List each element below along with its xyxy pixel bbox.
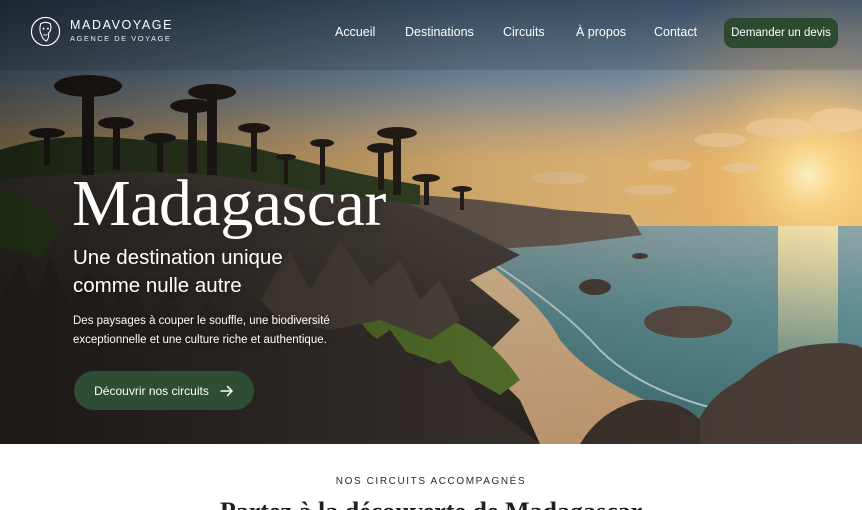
hero-subtitle: Une destination unique comme nulle autre [73,246,283,297]
nav-link-a-propos[interactable]: À propos [576,24,626,40]
section-kicker: NOS CIRCUITS ACCOMPAGNÉS [335,476,527,487]
discover-circuits-label: Découvrir nos circuits [94,383,209,398]
brand-name: MADAVOYAGE [70,18,174,32]
brand-text: MADAVOYAGE AGENCE DE VOYAGE [70,18,173,45]
section-heading: Partez à la découverte de Madagascar [0,497,862,510]
nav-link-circuits[interactable]: Circuits [503,24,545,40]
nav-link-accueil[interactable]: Accueil [335,24,375,40]
brand-logo[interactable]: MADAVOYAGE AGENCE DE VOYAGE [30,16,173,47]
circuits-section: NOS CIRCUITS ACCOMPAGNÉS Partez à la déc… [0,444,862,510]
request-quote-button[interactable]: Demander un devis [724,18,838,48]
hero-description: Des paysages à couper le souffle, une bi… [73,315,330,346]
brand-tagline: AGENCE DE VOYAGE [70,34,172,43]
discover-circuits-button[interactable]: Découvrir nos circuits [74,371,254,410]
hero-title: Madagascar [72,167,386,240]
nav-link-destinations[interactable]: Destinations [405,24,474,40]
mask-face-icon [30,16,61,47]
nav-link-contact[interactable]: Contact [654,24,697,40]
arrow-right-icon [220,385,233,396]
hero-section: MADAVOYAGE AGENCE DE VOYAGE Accueil Dest… [0,0,862,444]
